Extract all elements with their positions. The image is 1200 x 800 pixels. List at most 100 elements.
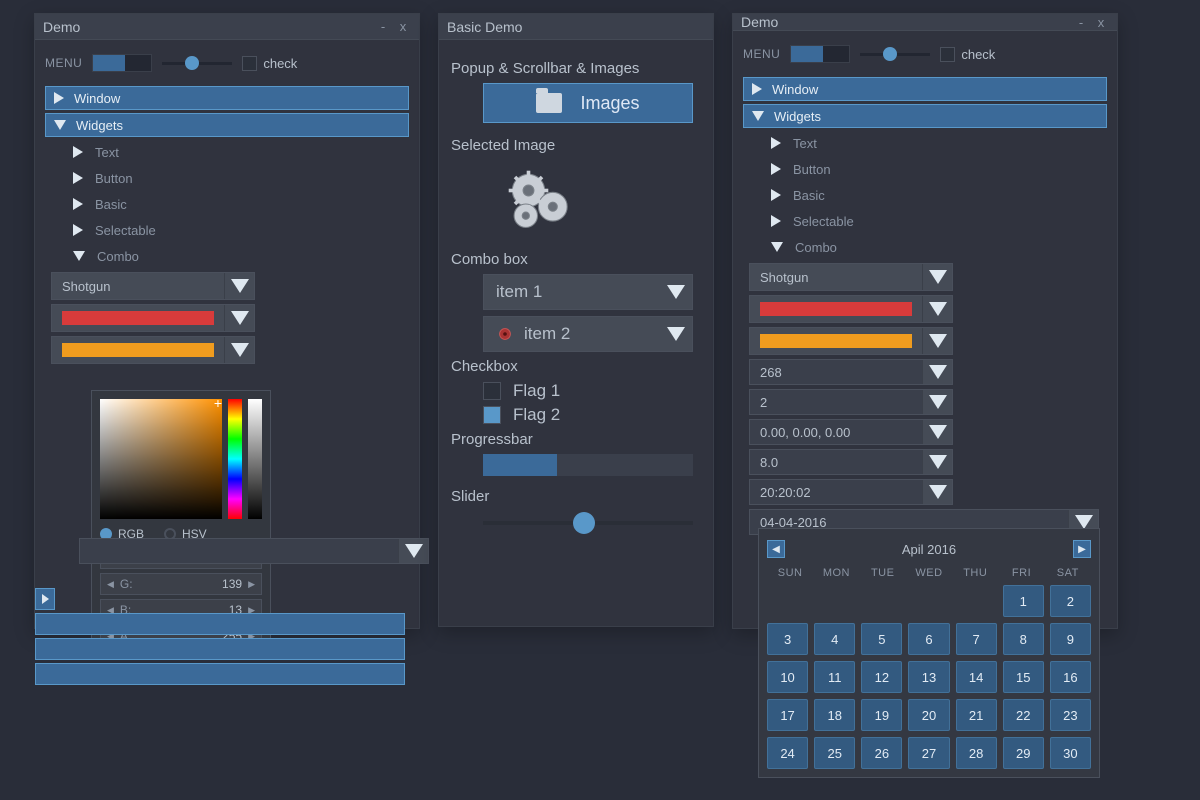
- combo-value[interactable]: 20:20:02: [749, 479, 953, 505]
- gears-icon: [497, 162, 587, 237]
- tree-item[interactable]: Text: [45, 140, 409, 164]
- combo-value[interactable]: 8.0: [749, 449, 953, 475]
- calendar-day[interactable]: 30: [1050, 737, 1091, 769]
- combo-value[interactable]: 268: [749, 359, 953, 385]
- tree-widgets[interactable]: Widgets: [45, 113, 409, 137]
- tree-item[interactable]: Basic: [743, 183, 1107, 207]
- combo-empty[interactable]: [79, 538, 429, 564]
- calendar-day[interactable]: 17: [767, 699, 808, 731]
- calendar-empty: [767, 585, 808, 617]
- hidden-tree-button[interactable]: [35, 613, 405, 635]
- calendar-day[interactable]: 9: [1050, 623, 1091, 655]
- close-icon[interactable]: x: [1093, 15, 1109, 30]
- tree-window[interactable]: Window: [743, 77, 1107, 101]
- calendar-day[interactable]: 28: [956, 737, 997, 769]
- calendar-day[interactable]: 3: [767, 623, 808, 655]
- chevron-down-icon: [73, 251, 85, 261]
- chevron-down-icon: [231, 311, 249, 325]
- calendar-day[interactable]: 21: [956, 699, 997, 731]
- check[interactable]: check: [940, 47, 995, 62]
- combo-item-1[interactable]: item 1: [483, 274, 693, 310]
- tree-item[interactable]: Text: [743, 131, 1107, 155]
- tree-item[interactable]: Selectable: [743, 209, 1107, 233]
- combo-value[interactable]: 2: [749, 389, 953, 415]
- sv-plane[interactable]: +: [100, 399, 222, 519]
- calendar-day[interactable]: 15: [1003, 661, 1044, 693]
- combo-color-2[interactable]: [749, 327, 953, 355]
- close-icon[interactable]: x: [395, 19, 411, 34]
- combo-value[interactable]: 0.00, 0.00, 0.00: [749, 419, 953, 445]
- calendar-day[interactable]: 20: [908, 699, 949, 731]
- checkbox-flag1[interactable]: Flag 1: [483, 381, 701, 401]
- check[interactable]: check: [242, 56, 297, 71]
- images-button[interactable]: Images: [483, 83, 693, 123]
- calendar-dow: WED: [906, 567, 952, 579]
- menu-label: MENU: [743, 47, 780, 61]
- calendar-day[interactable]: 19: [861, 699, 902, 731]
- chevron-down-icon: [929, 334, 947, 348]
- calendar-day[interactable]: 24: [767, 737, 808, 769]
- calendar-day[interactable]: 5: [861, 623, 902, 655]
- calendar-day[interactable]: 6: [908, 623, 949, 655]
- calendar-day[interactable]: 11: [814, 661, 855, 693]
- calendar-day[interactable]: 1: [1003, 585, 1044, 617]
- minimize-icon[interactable]: -: [375, 19, 391, 34]
- calendar-dow: FRI: [998, 567, 1044, 579]
- chevron-down-icon: [929, 302, 947, 316]
- calendar-dow: TUE: [860, 567, 906, 579]
- titlebar[interactable]: Basic Demo: [439, 14, 713, 40]
- tree-item[interactable]: Button: [743, 157, 1107, 181]
- calendar-day[interactable]: 27: [908, 737, 949, 769]
- chevron-down-icon: [1075, 515, 1093, 529]
- minimize-icon[interactable]: -: [1073, 15, 1089, 30]
- tree-item[interactable]: Selectable: [45, 218, 409, 242]
- alpha-slider[interactable]: [248, 399, 262, 519]
- calendar-day[interactable]: 14: [956, 661, 997, 693]
- chevron-right-icon: [771, 137, 781, 149]
- chevron-right-icon: [752, 83, 762, 95]
- combo-weapon[interactable]: Shotgun: [749, 263, 953, 291]
- calendar-day[interactable]: 7: [956, 623, 997, 655]
- next-month-button[interactable]: ▶: [1073, 540, 1091, 558]
- mini-slider[interactable]: [162, 54, 232, 72]
- combo-color-1[interactable]: [749, 295, 953, 323]
- calendar-day[interactable]: 25: [814, 737, 855, 769]
- calendar-day[interactable]: 26: [861, 737, 902, 769]
- tree-item[interactable]: Basic: [45, 192, 409, 216]
- mini-progress[interactable]: [790, 45, 850, 63]
- combo-item-2[interactable]: item 2: [483, 316, 693, 352]
- tree-item[interactable]: Combo: [743, 235, 1107, 259]
- prev-month-button[interactable]: ◀: [767, 540, 785, 558]
- checkbox-flag2[interactable]: Flag 2: [483, 405, 701, 425]
- calendar-day[interactable]: 13: [908, 661, 949, 693]
- calendar-day[interactable]: 4: [814, 623, 855, 655]
- hidden-tree-button[interactable]: [35, 663, 405, 685]
- hue-slider[interactable]: [228, 399, 242, 519]
- combo-weapon[interactable]: Shotgun: [51, 272, 255, 300]
- tree-widgets[interactable]: Widgets: [743, 104, 1107, 128]
- tree-window[interactable]: Window: [45, 86, 409, 110]
- calendar-day[interactable]: 22: [1003, 699, 1044, 731]
- tree-item[interactable]: Button: [45, 166, 409, 190]
- titlebar[interactable]: Demo - x: [733, 14, 1117, 31]
- hidden-tree-button[interactable]: [35, 588, 55, 610]
- calendar-day[interactable]: 12: [861, 661, 902, 693]
- mini-slider[interactable]: [860, 45, 930, 63]
- hidden-tree-button[interactable]: [35, 638, 405, 660]
- titlebar[interactable]: Demo - x: [35, 14, 419, 40]
- calendar-day[interactable]: 29: [1003, 737, 1044, 769]
- calendar-day[interactable]: 8: [1003, 623, 1044, 655]
- chevron-down-icon: [929, 425, 947, 439]
- calendar-day[interactable]: 2: [1050, 585, 1091, 617]
- calendar-empty: [861, 585, 902, 617]
- combo-color-1[interactable]: [51, 304, 255, 332]
- slider[interactable]: [483, 511, 693, 535]
- mini-progress[interactable]: [92, 54, 152, 72]
- progressbar[interactable]: [483, 454, 693, 476]
- combo-color-2[interactable]: [51, 336, 255, 364]
- calendar-day[interactable]: 18: [814, 699, 855, 731]
- calendar-day[interactable]: 23: [1050, 699, 1091, 731]
- calendar-day[interactable]: 16: [1050, 661, 1091, 693]
- tree-item[interactable]: Combo: [45, 244, 409, 268]
- calendar-day[interactable]: 10: [767, 661, 808, 693]
